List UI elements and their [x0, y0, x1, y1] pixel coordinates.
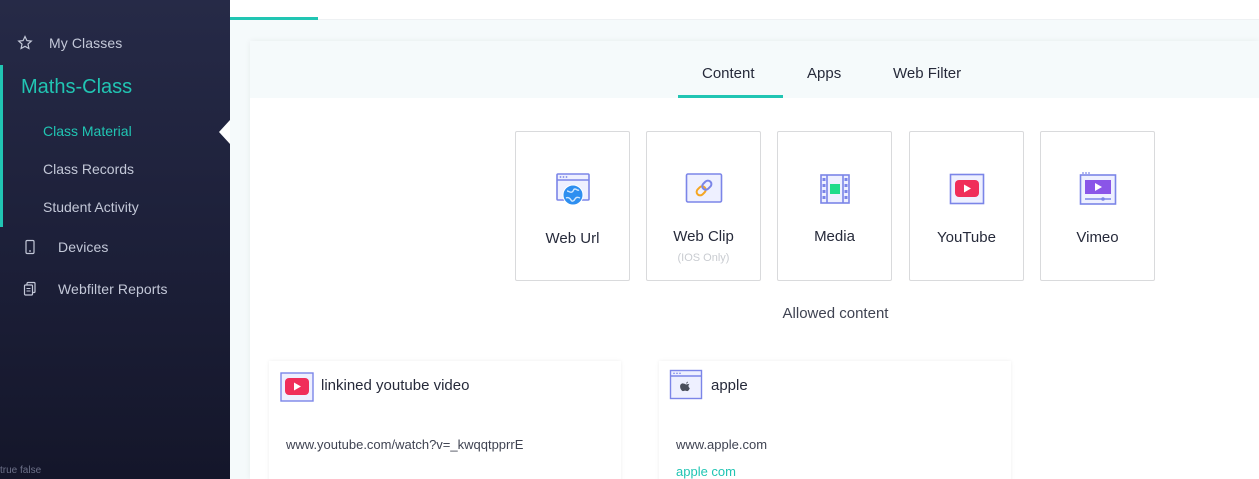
web-clip-sublabel: (IOS Only) [677, 252, 730, 264]
add-youtube-card[interactable]: YouTube [909, 131, 1024, 281]
tab-active-underline [678, 95, 783, 98]
add-web-clip-card[interactable]: Web Clip (IOS Only) [646, 131, 761, 281]
class-title[interactable]: Maths-Class [21, 76, 132, 99]
allowed-item-card[interactable]: linkined youtube video www.youtube.com/w… [269, 361, 621, 479]
item-title: apple [711, 377, 748, 394]
item-url: www.youtube.com/watch?v=_kwqqtpprrE [286, 437, 524, 452]
devices-label: Devices [58, 239, 109, 255]
allowed-item-card[interactable]: apple www.apple.com apple com [659, 361, 1011, 479]
sidebar-item-class-material[interactable]: Class Material [43, 123, 132, 139]
add-web-url-card[interactable]: Web Url [515, 131, 630, 281]
item-title: linkined youtube video [321, 377, 470, 394]
tab-apps[interactable]: Apps [807, 65, 841, 82]
add-media-card[interactable]: Media [777, 131, 892, 281]
web-url-label: Web Url [545, 230, 600, 247]
item-url: www.apple.com [676, 437, 768, 452]
sidebar-item-student-activity[interactable]: Student Activity [43, 199, 139, 215]
star-icon [16, 34, 34, 52]
webfilter-reports-label: Webfilter Reports [58, 281, 168, 297]
sidebar-item-class-records[interactable]: Class Records [43, 161, 134, 177]
vimeo-label: Vimeo [1076, 229, 1119, 246]
web-clip-icon [685, 172, 723, 209]
debug-text: true false [0, 465, 42, 476]
vimeo-icon [1079, 172, 1117, 211]
sidebar: My Classes Maths-Class Class Material Cl… [0, 0, 230, 479]
sidebar-item-my-classes[interactable]: My Classes [0, 25, 230, 61]
top-bar [230, 0, 1259, 20]
youtube-label: YouTube [937, 229, 996, 246]
my-classes-label: My Classes [49, 35, 123, 51]
allowed-content-heading: Allowed content [782, 305, 889, 322]
web-url-icon [555, 172, 591, 213]
web-url-icon [669, 369, 703, 406]
youtube-icon [949, 173, 985, 210]
active-pointer [219, 120, 230, 144]
sidebar-item-devices[interactable]: Devices [0, 229, 230, 265]
add-vimeo-card[interactable]: Vimeo [1040, 131, 1155, 281]
active-group-indicator [0, 65, 3, 227]
tab-web-filter[interactable]: Web Filter [893, 65, 961, 82]
media-icon [819, 173, 851, 210]
top-bar-active-indicator [230, 17, 318, 20]
sidebar-item-webfilter-reports[interactable]: Webfilter Reports [0, 271, 230, 307]
reports-icon [21, 280, 39, 298]
media-label: Media [814, 228, 855, 245]
youtube-icon [280, 372, 314, 407]
item-link[interactable]: apple com [676, 464, 736, 479]
device-icon [21, 238, 39, 256]
web-clip-label: Web Clip [673, 228, 734, 245]
tab-content[interactable]: Content [702, 65, 755, 82]
